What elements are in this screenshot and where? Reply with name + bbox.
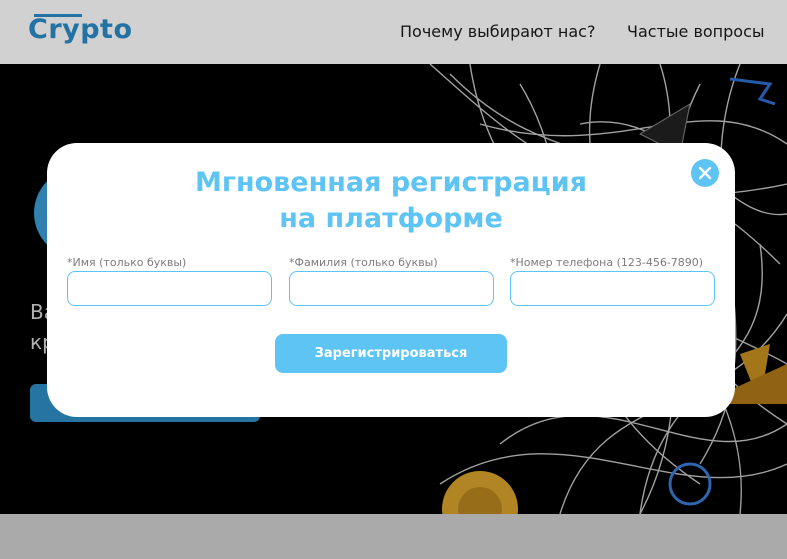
phone-input[interactable]: [510, 271, 715, 306]
phone-label: *Номер телефона (123-456-7890): [510, 256, 704, 269]
last-name-label: *Фамилия (только буквы): [289, 256, 438, 269]
first-name-input[interactable]: [67, 271, 272, 306]
close-icon: [698, 166, 712, 180]
last-name-input[interactable]: [289, 271, 494, 306]
registration-modal: Мгновенная регистрация на платформе *Имя…: [47, 143, 735, 417]
register-button[interactable]: Зарегистрироваться: [275, 334, 507, 373]
modal-title-line2: на платформе: [279, 203, 503, 234]
modal-title-line1: Мгновенная регистрация: [195, 167, 587, 198]
page: Crypto Почему выбирают нас? Частые вопро…: [0, 0, 787, 559]
first-name-label: *Имя (только буквы): [67, 256, 187, 269]
close-button[interactable]: [691, 159, 719, 187]
